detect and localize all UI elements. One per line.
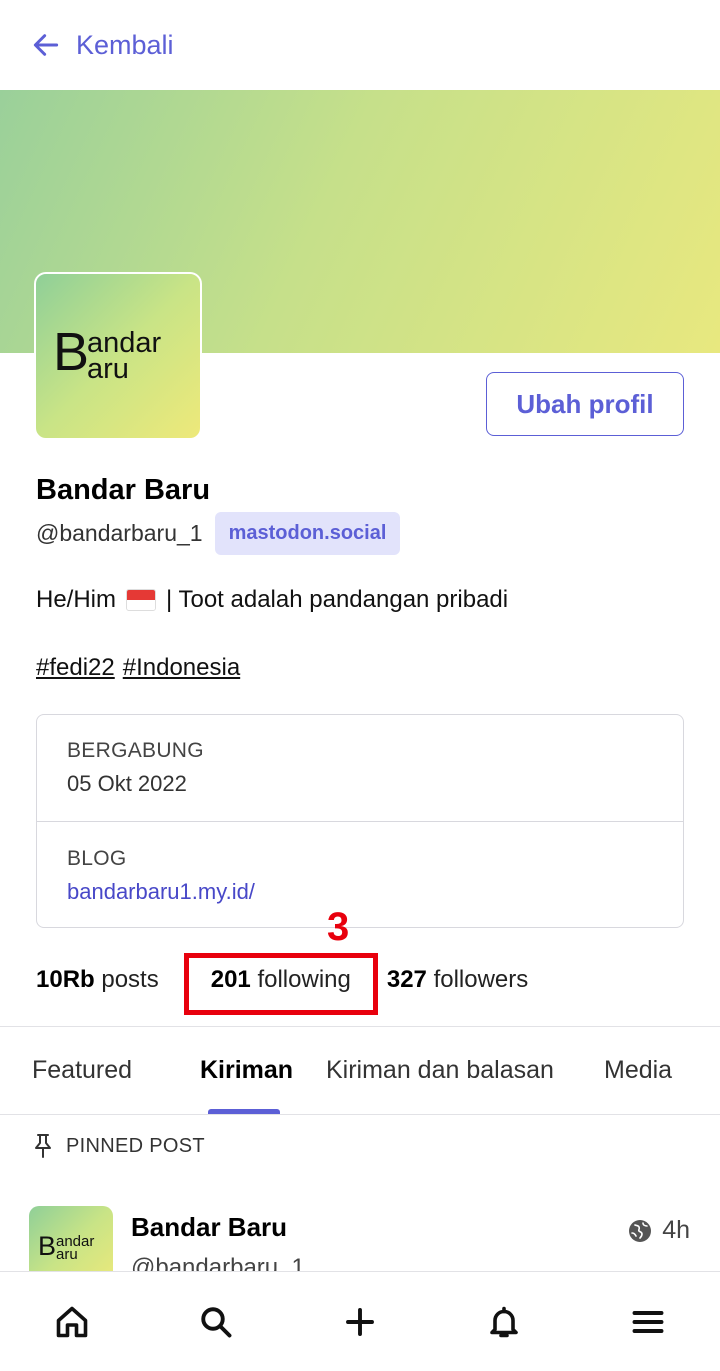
post-meta: 4h (628, 1216, 690, 1245)
bandar-baru-logo: B andar aru (53, 322, 162, 385)
back-label: Kembali (76, 29, 174, 60)
pinned-post-label: PINNED POST (32, 1133, 205, 1159)
profile-stats: 10Rb posts 201 following 327 followers (36, 966, 528, 994)
edit-profile-button[interactable]: Ubah profil (486, 372, 684, 436)
posts-count[interactable]: 10Rb posts (36, 966, 159, 994)
search-icon[interactable] (196, 1302, 236, 1342)
bottom-navigation (0, 1271, 720, 1371)
compose-icon[interactable] (340, 1302, 380, 1342)
globe-icon (629, 1219, 652, 1242)
menu-icon[interactable] (628, 1302, 668, 1342)
display-name: Bandar Baru (36, 474, 211, 506)
field-label: BERGABUNG (67, 739, 204, 762)
tab-featured[interactable]: Featured (32, 1056, 132, 1085)
handle-row: @bandarbaru_1 mastodon.social (36, 512, 401, 555)
field-value: 05 Okt 2022 (67, 771, 187, 796)
hashtag-link-indonesia[interactable]: #Indonesia (123, 654, 240, 682)
back-button[interactable]: Kembali (30, 29, 174, 61)
post-timestamp: 4h (662, 1216, 690, 1244)
field-label: BLOG (67, 847, 127, 870)
home-icon[interactable] (52, 1302, 92, 1342)
annotation-step-marker: 3 (327, 905, 350, 949)
profile-bio: He/Him | Toot adalah pandangan pribadi (36, 586, 508, 614)
field-divider (37, 821, 683, 822)
tab-media[interactable]: Media (604, 1056, 672, 1085)
server-badge[interactable]: mastodon.social (214, 512, 401, 555)
field-joined: BERGABUNG 05 Okt 2022 (67, 739, 204, 797)
followers-count[interactable]: 327 followers (387, 966, 528, 994)
bandar-baru-logo: B andar aru (38, 1231, 95, 1263)
profile-fields-card: BERGABUNG 05 Okt 2022 BLOG bandarbaru1.m… (36, 714, 684, 928)
post-author-name[interactable]: Bandar Baru (131, 1212, 287, 1243)
notifications-icon[interactable] (484, 1302, 524, 1342)
hashtag-link-fedi22[interactable]: #fedi22 (36, 654, 115, 682)
blog-link[interactable]: bandarbaru1.my.id/ (67, 879, 255, 905)
profile-tabs: Featured Kiriman Kiriman dan balasan Med… (0, 1026, 720, 1115)
username-handle: @bandarbaru_1 (36, 520, 203, 546)
arrow-left-icon (33, 34, 59, 56)
field-blog: BLOG bandarbaru1.my.id/ (67, 847, 255, 905)
active-tab-indicator (208, 1109, 280, 1114)
top-bar: Kembali (0, 0, 720, 90)
bio-hashtags: #fedi22 #Indonesia (36, 654, 240, 682)
indonesia-flag-icon (126, 589, 157, 611)
pin-icon (35, 1134, 51, 1158)
bio-text-description: | Toot adalah pandangan pribadi (166, 586, 509, 613)
tab-posts-and-replies[interactable]: Kiriman dan balasan (326, 1056, 554, 1085)
profile-avatar[interactable]: B andar aru (34, 272, 202, 440)
bio-text-pronouns: He/Him (36, 586, 117, 613)
following-count[interactable]: 201 following (211, 966, 351, 994)
tab-posts[interactable]: Kiriman (200, 1056, 293, 1085)
